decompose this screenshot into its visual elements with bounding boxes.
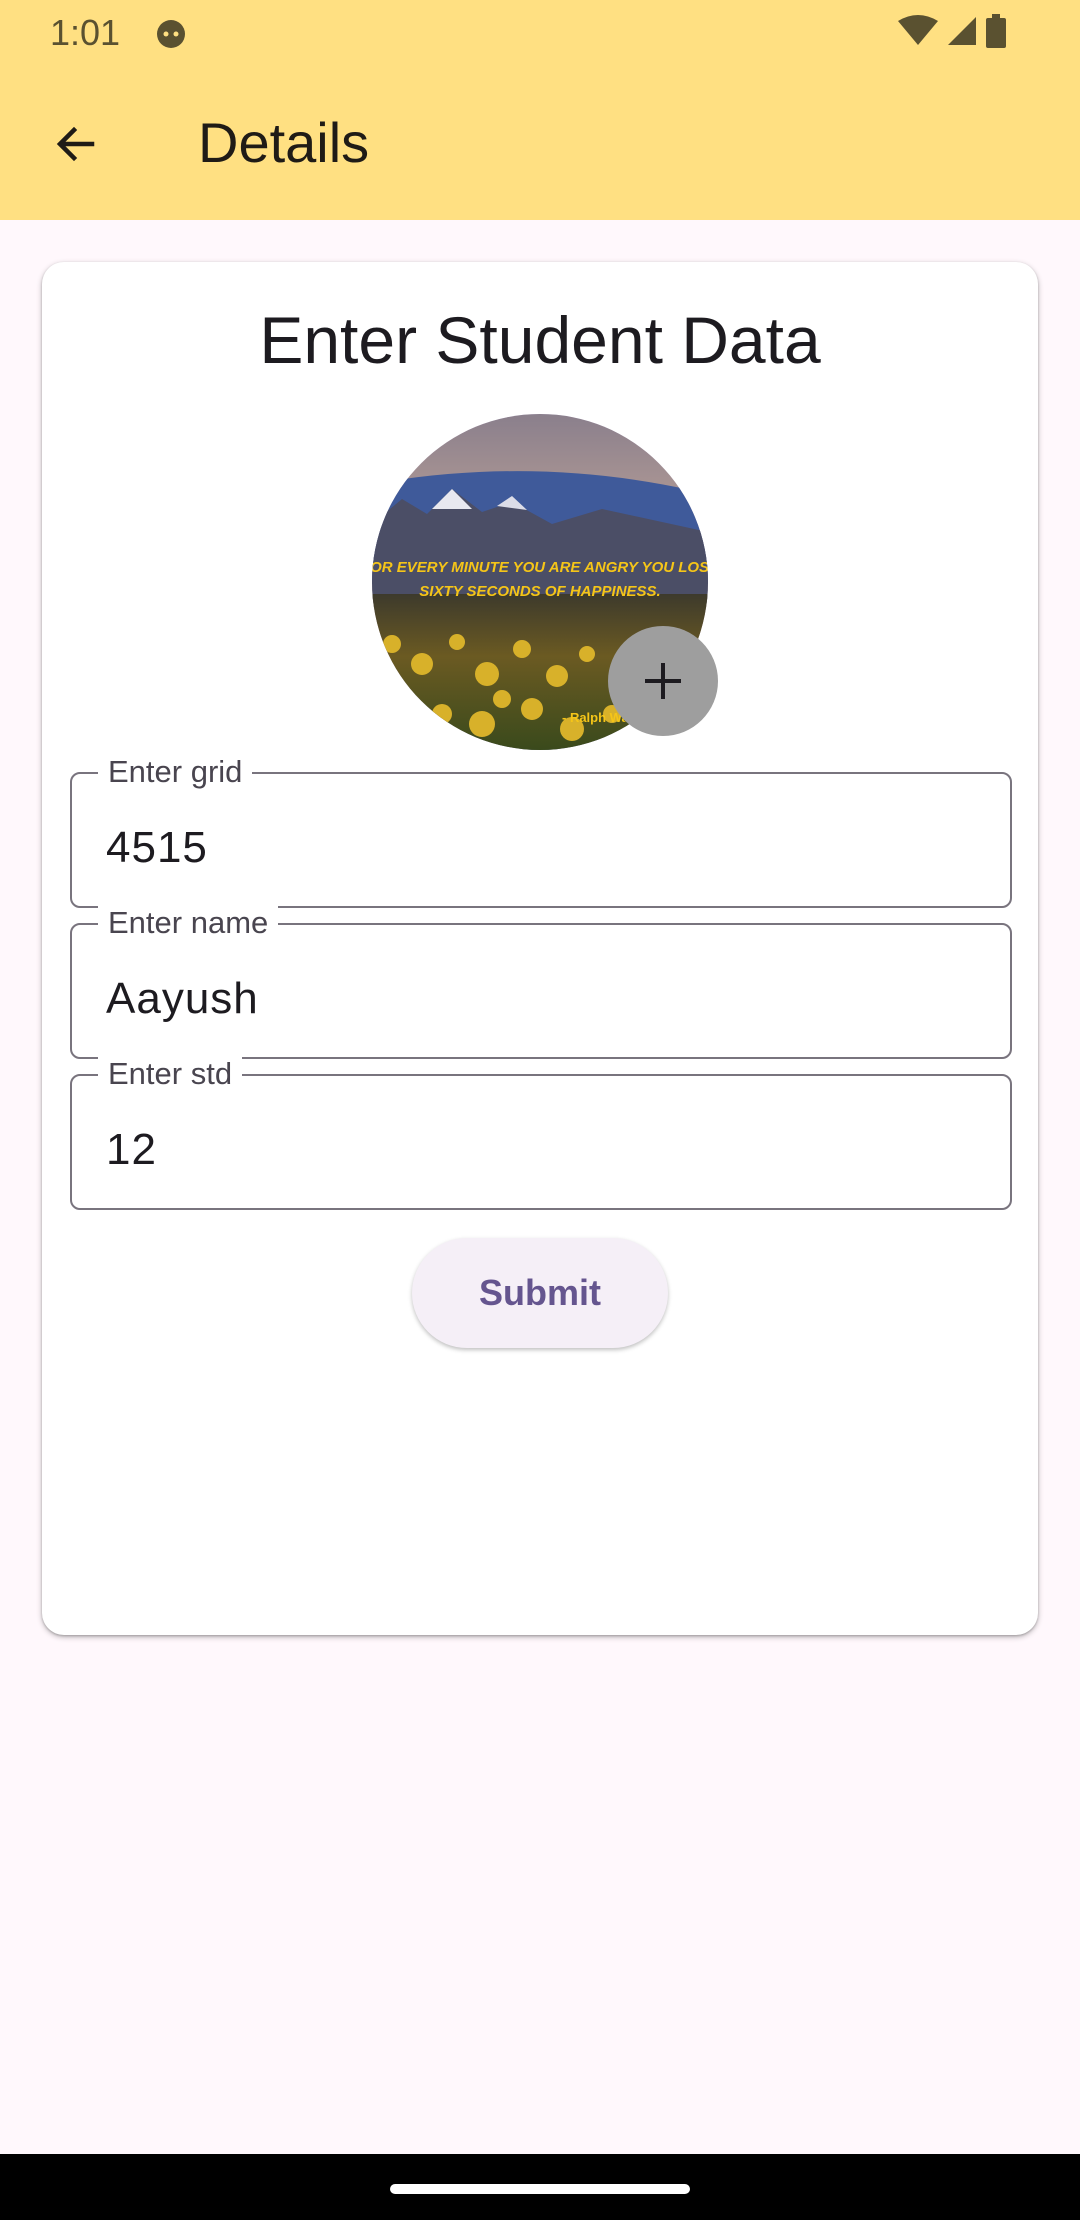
name-field-label: Enter name <box>98 903 279 943</box>
grid-field-value[interactable]: 4515 <box>106 820 208 876</box>
status-bar: 1:01 <box>0 0 1080 66</box>
std-field-label: Enter std <box>98 1054 243 1094</box>
signal-icon <box>946 15 978 52</box>
add-photo-button[interactable] <box>608 626 718 736</box>
app-bar: 1:01 Details <box>0 0 1080 220</box>
grid-field-label: Enter grid <box>98 752 253 792</box>
plus-icon <box>645 663 681 699</box>
submit-button[interactable]: Submit <box>412 1238 668 1348</box>
std-field-value[interactable]: 12 <box>106 1122 157 1178</box>
form-title: Enter Student Data <box>259 303 821 377</box>
battery-icon <box>986 13 1006 53</box>
system-nav-bar <box>0 2154 1080 2220</box>
status-time: 1:01 <box>50 12 121 53</box>
std-field[interactable]: Enter std 12 <box>70 1054 1012 1210</box>
arrow-back-icon[interactable] <box>40 108 112 180</box>
name-field[interactable]: Enter name Aayush <box>70 903 1012 1059</box>
face-icon <box>154 16 188 50</box>
avatar-quote-line1: FOR EVERY MINUTE YOU ARE ANGRY YOU LOSE <box>372 559 708 576</box>
page-title: Details <box>198 111 370 174</box>
name-field-value[interactable]: Aayush <box>106 971 259 1027</box>
wifi-icon <box>898 14 938 52</box>
student-form-card: Enter Student Data FOR EVERY MINUTE YOU … <box>42 262 1038 1635</box>
home-gesture-handle[interactable] <box>390 2184 690 2194</box>
avatar-quote-line2: SIXTY SECONDS OF HAPPINESS. <box>419 583 660 600</box>
grid-field[interactable]: Enter grid 4515 <box>70 752 1012 908</box>
avatar-picker: FOR EVERY MINUTE YOU ARE ANGRY YOU LOSE … <box>372 414 718 750</box>
